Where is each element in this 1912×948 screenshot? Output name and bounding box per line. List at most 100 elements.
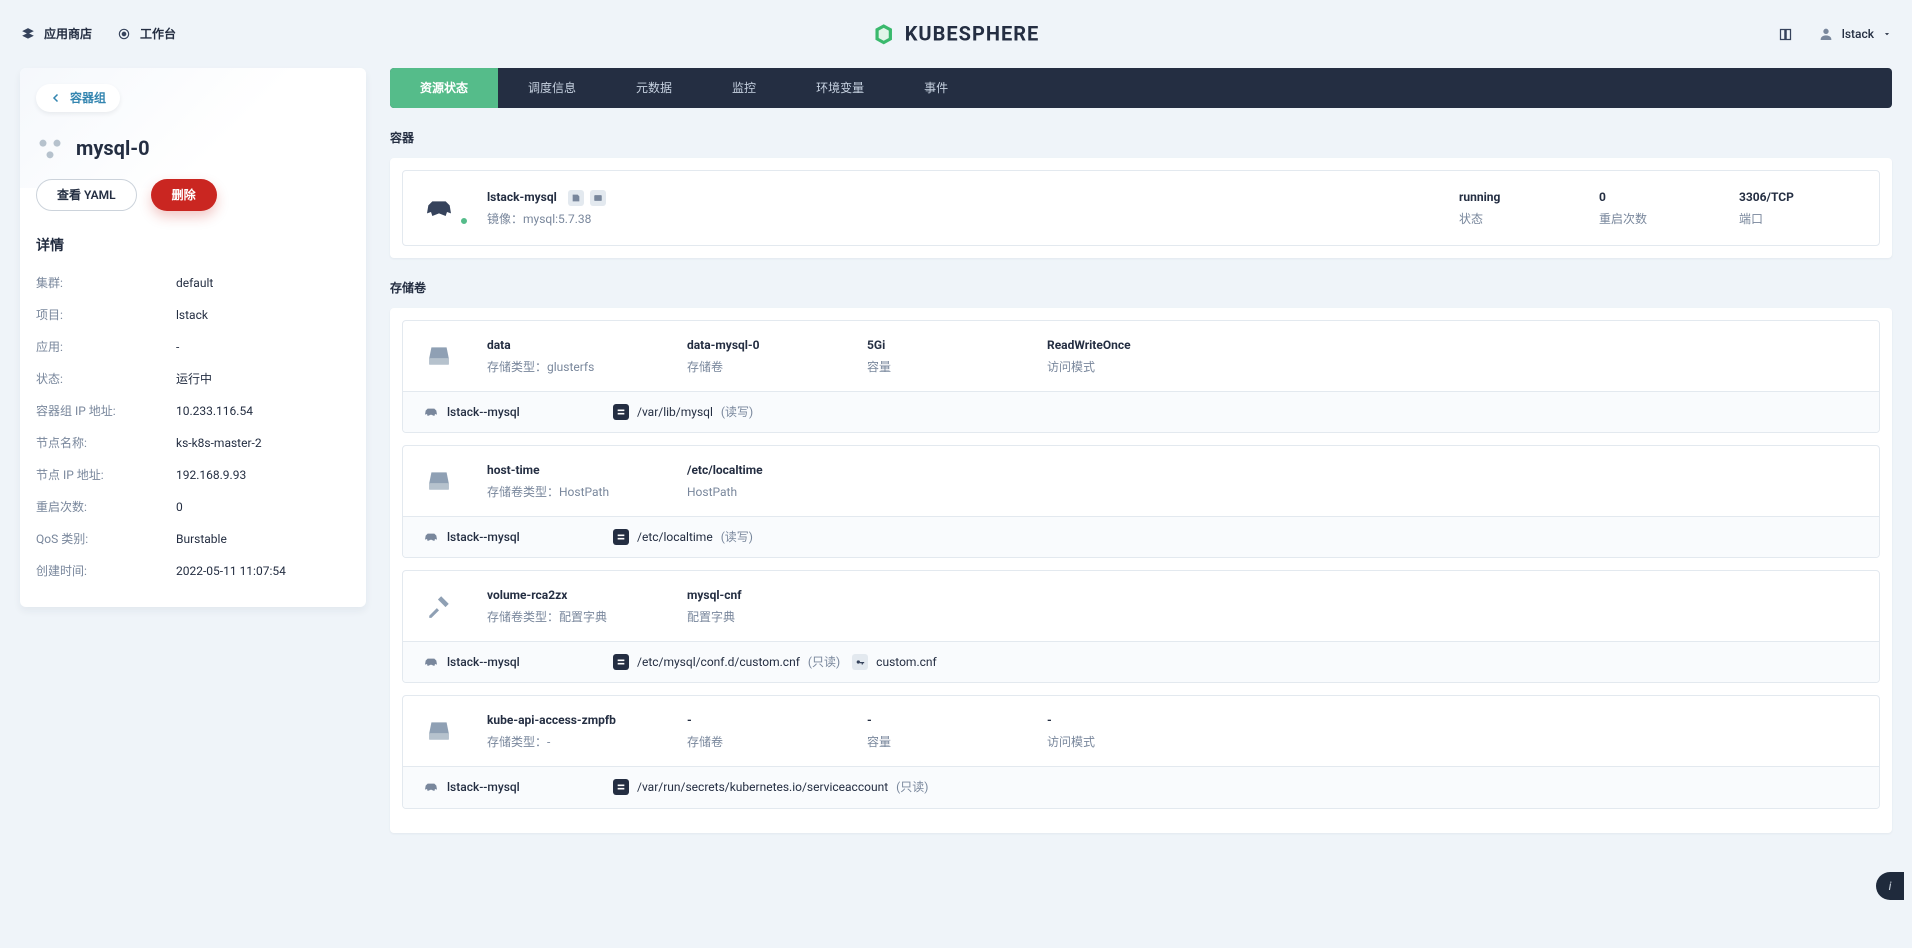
- user-menu[interactable]: lstack: [1818, 24, 1892, 44]
- tab-5[interactable]: 事件: [894, 68, 978, 108]
- volume-col2: mysql-cnf: [687, 585, 847, 605]
- volume-row: host-time存储卷类型：HostPath/etc/localtimeHos…: [402, 445, 1880, 558]
- brand-logo-icon: [873, 23, 895, 45]
- mount-path-icon: [613, 654, 629, 670]
- view-yaml-button[interactable]: 查看 YAML: [36, 179, 137, 211]
- docs-icon[interactable]: [1778, 26, 1794, 42]
- container-name[interactable]: lstack-mysql: [487, 190, 557, 204]
- detail-value: 0: [176, 497, 183, 517]
- mount-container-icon: [423, 529, 439, 545]
- section-container-label: 容器: [390, 128, 1892, 148]
- section-volume-label: 存储卷: [390, 278, 1892, 298]
- nav-app-store[interactable]: 应用商店: [20, 24, 92, 44]
- breadcrumb-back[interactable]: 容器组: [36, 84, 120, 112]
- volume-icon: [423, 465, 455, 497]
- mount-container: lstack--mysql: [447, 402, 520, 422]
- container-card: lstack-mysql 镜像：mysql:5.7.38: [390, 158, 1892, 258]
- mount-path: /var/lib/mysql: [637, 402, 713, 422]
- mount-container: lstack--mysql: [447, 777, 520, 797]
- detail-key: 节点名称:: [36, 433, 176, 453]
- mount-path: /etc/mysql/conf.d/custom.cnf: [637, 652, 800, 672]
- mount-container: lstack--mysql: [447, 652, 520, 672]
- mount-container-icon: [423, 404, 439, 420]
- mount-extra: custom.cnf: [876, 652, 937, 672]
- tab-4[interactable]: 环境变量: [786, 68, 894, 108]
- terminal-icon[interactable]: [590, 190, 606, 206]
- detail-value: default: [176, 273, 213, 293]
- container-image-label: 镜像：: [487, 212, 523, 226]
- volume-type: 存储卷类型：HostPath: [487, 482, 667, 502]
- detail-key: 重启次数:: [36, 497, 176, 517]
- nav-app-store-label: 应用商店: [44, 24, 92, 44]
- delete-button[interactable]: 删除: [151, 179, 217, 211]
- container-status-icon: [423, 192, 467, 224]
- brand[interactable]: KUBESPHERE: [873, 17, 1040, 50]
- detail-row: 集群:default: [36, 267, 350, 299]
- detail-heading: 详情: [36, 235, 350, 258]
- mount-container: lstack--mysql: [447, 527, 520, 547]
- subpath-icon: [852, 654, 868, 670]
- detail-value: 10.233.116.54: [176, 401, 253, 421]
- detail-row: 应用:-: [36, 331, 350, 363]
- volume-type: 存储类型：-: [487, 732, 667, 752]
- volume-col4: -: [1047, 710, 1859, 730]
- detail-value: 192.168.9.93: [176, 465, 246, 485]
- nav-workbench[interactable]: 工作台: [116, 24, 176, 44]
- mount-path: /etc/localtime: [637, 527, 713, 547]
- user-name: lstack: [1842, 24, 1874, 44]
- volume-type: 存储类型：glusterfs: [487, 357, 667, 377]
- detail-row: QoS 类别:Burstable: [36, 523, 350, 555]
- volume-row: data存储类型：glusterfsdata-mysql-0存储卷5Gi容量Re…: [402, 320, 1880, 433]
- chevron-down-icon: [1882, 29, 1892, 39]
- mount-container-icon: [423, 779, 439, 795]
- detail-value: 2022-05-11 11:07:54: [176, 561, 286, 581]
- mount-mode: (读写): [721, 527, 753, 547]
- workbench-icon: [116, 26, 132, 42]
- tab-2[interactable]: 元数据: [606, 68, 702, 108]
- tab-3[interactable]: 监控: [702, 68, 786, 108]
- detail-key: 状态:: [36, 369, 176, 389]
- container-restarts-label: 重启次数: [1599, 209, 1719, 229]
- detail-row: 重启次数:0: [36, 491, 350, 523]
- mount-path-icon: [613, 779, 629, 795]
- help-button[interactable]: i: [1876, 872, 1904, 900]
- detail-key: 应用:: [36, 337, 176, 357]
- volume-col2: /etc/localtime: [687, 460, 847, 480]
- volumes-card: data存储类型：glusterfsdata-mysql-0存储卷5Gi容量Re…: [390, 308, 1892, 832]
- detail-key: 集群:: [36, 273, 176, 293]
- detail-value: -: [176, 337, 179, 357]
- tab-0[interactable]: 资源状态: [390, 68, 498, 108]
- log-icon[interactable]: [568, 190, 584, 206]
- volume-col4: ReadWriteOnce: [1047, 335, 1859, 355]
- volume-type: 存储卷类型：配置字典: [487, 607, 667, 627]
- main-area: 资源状态调度信息元数据监控环境变量事件 容器 lstack-mysql: [390, 68, 1892, 833]
- mount-container-icon: [423, 654, 439, 670]
- volume-name: data: [487, 335, 667, 355]
- volume-row: volume-rca2zx存储卷类型：配置字典mysql-cnf配置字典lsta…: [402, 570, 1880, 683]
- volume-name: kube-api-access-zmpfb: [487, 710, 667, 730]
- container-image: mysql:5.7.38: [523, 212, 591, 226]
- detail-value: ks-k8s-master-2: [176, 433, 262, 453]
- tab-1[interactable]: 调度信息: [498, 68, 606, 108]
- volume-col3: -: [867, 710, 1027, 730]
- volume-name: volume-rca2zx: [487, 585, 667, 605]
- detail-key: 容器组 IP 地址:: [36, 401, 176, 421]
- volume-icon: [423, 590, 455, 622]
- container-ports-label: 端口: [1739, 209, 1859, 229]
- volume-row: kube-api-access-zmpfb存储类型：--存储卷-容量-访问模式l…: [402, 695, 1880, 808]
- mount-mode: (只读): [896, 777, 928, 797]
- top-header: 应用商店 工作台 KUBESPHERE lstack: [0, 0, 1912, 68]
- detail-key: 创建时间:: [36, 561, 176, 581]
- mount-path: /var/run/secrets/kubernetes.io/serviceac…: [637, 777, 888, 797]
- nav-workbench-label: 工作台: [140, 24, 176, 44]
- container-ports: 3306/TCP: [1739, 187, 1859, 207]
- breadcrumb-label: 容器组: [70, 88, 106, 108]
- detail-list: 集群:default项目:lstack应用:-状态:运行中容器组 IP 地址:1…: [36, 267, 350, 587]
- container-restarts: 0: [1599, 187, 1719, 207]
- detail-row: 节点 IP 地址:192.168.9.93: [36, 459, 350, 491]
- volume-icon: [423, 340, 455, 372]
- detail-key: QoS 类别:: [36, 529, 176, 549]
- pod-icon: [36, 135, 64, 163]
- detail-value: 运行中: [176, 369, 212, 389]
- detail-sidebar: 容器组 mysql-0 查看 YAML 删除 详情 集群:default项目:l…: [20, 68, 366, 607]
